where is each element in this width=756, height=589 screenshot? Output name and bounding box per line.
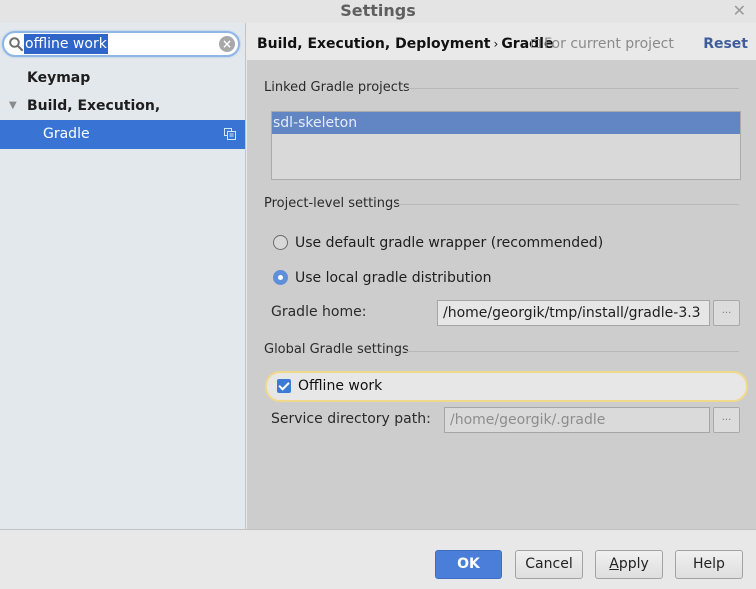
offline-work-option[interactable]: Offline work (265, 371, 748, 402)
reset-link[interactable]: Reset (703, 23, 748, 65)
window-title: Settings (340, 1, 416, 20)
clear-search-icon[interactable]: × (219, 36, 235, 52)
gradle-settings-panel: Build, Execution, Deployment › Gradle For … (247, 23, 756, 529)
ok-button[interactable]: OK (435, 550, 502, 579)
global-settings-title: Global Gradle settings (264, 342, 409, 357)
breadcrumb-item: Build, Execution, Deployment (257, 36, 491, 52)
close-icon[interactable]: ✕ (733, 1, 746, 21)
project-scope-icon (531, 39, 540, 48)
apply-label: pply (618, 556, 649, 572)
sidebar-item-label: Gradle (43, 126, 90, 142)
project-level-title: Project-level settings (264, 196, 401, 211)
sidebar-item-keymap[interactable]: Keymap (0, 64, 245, 92)
radio-label: Use local gradle distribution (295, 270, 492, 286)
sidebar-item-build-execution-deployment[interactable]: ▼ Build, Execution, Deployment (0, 92, 245, 142)
service-directory-input (444, 407, 710, 433)
radio-selected[interactable] (273, 270, 288, 285)
gradle-home-browse-button[interactable]: ... (713, 300, 740, 326)
sidebar-item-label: Keymap (27, 70, 91, 86)
linked-projects-list[interactable]: sdl-skeleton (271, 111, 741, 180)
cancel-button[interactable]: Cancel (515, 550, 583, 579)
gradle-home-label: Gradle home: (271, 304, 367, 320)
settings-sidebar: offline work × Keymap ▼ Build, Execution… (0, 23, 246, 529)
linked-projects-title: Linked Gradle projects (264, 80, 410, 95)
group-divider (395, 204, 739, 205)
scope-indicator: For current project (531, 23, 674, 65)
scope-label: For current project (544, 36, 674, 52)
settings-search-input[interactable] (23, 35, 218, 53)
apply-mnemonic: A (609, 556, 619, 572)
group-divider (402, 351, 739, 352)
service-directory-browse-button[interactable]: ... (713, 407, 740, 433)
search-icon (9, 37, 24, 52)
offline-work-label: Offline work (298, 378, 383, 394)
offline-work-checkbox[interactable] (277, 379, 291, 393)
expand-arrow-icon[interactable]: ▼ (9, 92, 17, 120)
linked-project-item[interactable]: sdl-skeleton (272, 112, 740, 134)
sidebar-item-gradle[interactable]: Gradle (0, 120, 245, 149)
panel-header: Build, Execution, Deployment › Gradle For … (247, 23, 756, 60)
apply-button[interactable]: Apply (595, 550, 663, 579)
help-button[interactable]: Help (675, 550, 743, 579)
radio-label: Use default gradle wrapper (recommended) (295, 235, 604, 251)
settings-search-box[interactable]: offline work × (2, 31, 240, 57)
dialog-footer: OK Cancel Apply Help (0, 529, 756, 589)
radio-unselected[interactable] (273, 235, 288, 250)
breadcrumb: Build, Execution, Deployment › Gradle (257, 23, 553, 65)
service-directory-label: Service directory path: (271, 411, 431, 427)
title-bar: Settings ✕ (0, 0, 756, 23)
group-divider (407, 88, 739, 89)
breadcrumb-separator: › (493, 37, 499, 51)
gradle-home-input[interactable] (437, 300, 710, 326)
project-scope-icon (224, 128, 236, 140)
